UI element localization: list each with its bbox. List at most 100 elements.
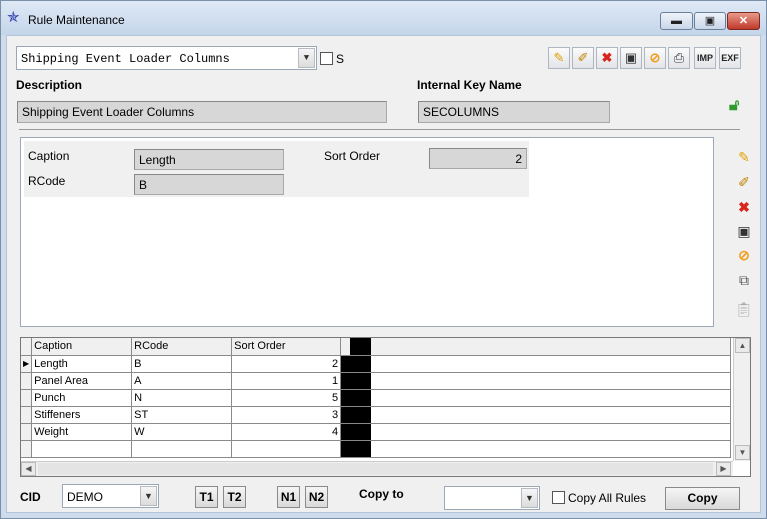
rules-grid[interactable]: Caption RCode Sort Order ▶ Length B 2 Pa… xyxy=(20,337,751,477)
cell-sort-order[interactable]: 5 xyxy=(231,389,342,407)
title-bar[interactable]: ✯ Rule Maintenance ▬ ▣ ✕ xyxy=(1,1,766,35)
export-button[interactable]: EXF xyxy=(719,47,741,69)
scroll-right-icon[interactable]: ▶ xyxy=(716,462,731,476)
copy-to-select[interactable]: ▼ xyxy=(444,486,540,510)
save-icon[interactable]: ▣ xyxy=(620,47,642,69)
table-row[interactable]: ▶ Length B 2 xyxy=(21,355,732,373)
grid-vertical-scrollbar[interactable]: ▲ ▼ xyxy=(733,338,750,461)
t2-button[interactable]: T2 xyxy=(223,486,246,508)
rule-select-value: Shipping Event Loader Columns xyxy=(21,52,230,66)
delete-row-icon[interactable]: ✖ xyxy=(733,196,755,218)
scroll-up-icon[interactable]: ▲ xyxy=(735,338,750,353)
add-row-icon[interactable]: ✎ xyxy=(733,146,755,168)
horizontal-scroll-thumb[interactable] xyxy=(38,463,713,475)
close-button[interactable]: ✕ xyxy=(727,12,760,30)
unlock-icon[interactable]: 🔓︎ xyxy=(729,97,747,115)
cell-empty[interactable] xyxy=(31,440,133,458)
grid-horizontal-scrollbar[interactable]: ◀ ▶ xyxy=(21,461,733,476)
grid-empty-cell xyxy=(370,372,732,390)
cell-rcode[interactable]: N xyxy=(131,389,233,407)
rule-select[interactable]: Shipping Event Loader Columns ▼ xyxy=(16,46,317,70)
grid-black-cell xyxy=(350,372,372,390)
grid-black-cell xyxy=(340,440,352,458)
minimize-button[interactable]: ▬ xyxy=(660,12,693,30)
scroll-down-icon[interactable]: ▼ xyxy=(735,445,750,460)
table-row[interactable]: Stiffeners ST 3 xyxy=(21,406,732,424)
edit-row-icon[interactable]: ✐ xyxy=(733,171,755,193)
cell-rcode[interactable]: ST xyxy=(131,406,233,424)
caption-field[interactable]: Length xyxy=(134,149,284,170)
copy-row-icon[interactable]: ⧉ xyxy=(733,269,755,291)
cell-caption[interactable]: Panel Area xyxy=(31,372,133,390)
grid-empty-cell xyxy=(370,423,732,441)
copy-all-rules-label: Copy All Rules xyxy=(568,491,647,505)
grid-black-cell xyxy=(340,423,352,441)
table-row[interactable]: Punch N 5 xyxy=(21,389,732,407)
cell-rcode[interactable]: W xyxy=(131,423,233,441)
paste-row-icon[interactable]: 📋︎ xyxy=(733,298,755,320)
caption-label: Caption xyxy=(28,149,70,163)
grid-black-cell xyxy=(340,406,352,424)
star-app-icon: ✯ xyxy=(7,9,20,26)
save-row-icon[interactable]: ▣ xyxy=(733,220,755,242)
chevron-down-icon[interactable]: ▼ xyxy=(521,488,538,508)
grid-black-cell xyxy=(350,423,372,441)
chevron-down-icon[interactable]: ▼ xyxy=(298,48,315,68)
cid-select-value: DEMO xyxy=(67,490,103,504)
cell-sort-order[interactable]: 1 xyxy=(231,372,342,390)
import-button[interactable]: IMP xyxy=(694,47,716,69)
chevron-down-icon[interactable]: ▼ xyxy=(140,486,157,506)
description-field[interactable]: Shipping Event Loader Columns xyxy=(17,101,387,123)
edit-icon[interactable]: ✐ xyxy=(572,47,594,69)
cell-sort-order[interactable]: 4 xyxy=(231,423,342,441)
row-pointer-icon: ▶ xyxy=(21,355,33,373)
cell-rcode[interactable]: B xyxy=(131,355,233,373)
cancel-row-icon[interactable]: ⊘ xyxy=(733,244,755,266)
grid-table: Caption RCode Sort Order ▶ Length B 2 Pa… xyxy=(21,338,732,458)
cell-sort-order[interactable]: 3 xyxy=(231,406,342,424)
internal-key-field[interactable]: SECOLUMNS xyxy=(418,101,610,123)
copy-button[interactable]: Copy xyxy=(665,487,740,510)
grid-black-cell xyxy=(340,372,352,390)
grid-empty-cell xyxy=(370,389,732,407)
cell-empty[interactable] xyxy=(131,440,233,458)
sort-order-label: Sort Order xyxy=(324,149,381,163)
grid-black-column-2 xyxy=(350,338,372,356)
rcode-field[interactable]: B xyxy=(134,174,284,195)
grid-empty-header xyxy=(370,338,732,356)
cancel-icon[interactable]: ⊘ xyxy=(644,47,666,69)
grid-black-cell xyxy=(350,355,372,373)
new-icon[interactable]: ✎ xyxy=(548,47,570,69)
table-row[interactable]: Weight W 4 xyxy=(21,423,732,441)
row-header xyxy=(21,372,33,390)
grid-black-cell xyxy=(350,440,372,458)
sort-order-field[interactable]: 2 xyxy=(429,148,527,169)
grid-black-cell xyxy=(340,355,352,373)
print-icon[interactable]: ⎙ xyxy=(668,47,690,69)
cell-rcode[interactable]: A xyxy=(131,372,233,390)
table-row[interactable]: Panel Area A 1 xyxy=(21,372,732,390)
t1-button[interactable]: T1 xyxy=(195,486,218,508)
col-header-rcode[interactable]: RCode xyxy=(131,338,233,356)
cell-sort-order[interactable]: 2 xyxy=(231,355,342,373)
grid-black-cell xyxy=(340,389,352,407)
cell-caption[interactable]: Length xyxy=(31,355,133,373)
maximize-button[interactable]: ▣ xyxy=(694,12,726,30)
copy-all-rules-checkbox[interactable] xyxy=(552,491,565,504)
n1-button[interactable]: N1 xyxy=(277,486,300,508)
scroll-left-icon[interactable]: ◀ xyxy=(21,462,36,476)
table-row-empty[interactable] xyxy=(21,440,732,458)
cell-caption[interactable]: Punch xyxy=(31,389,133,407)
s-checkbox-label: S xyxy=(336,52,345,66)
cell-empty[interactable] xyxy=(231,440,342,458)
col-header-caption[interactable]: Caption xyxy=(31,338,133,356)
cid-select[interactable]: DEMO ▼ xyxy=(62,484,159,508)
n2-button[interactable]: N2 xyxy=(305,486,328,508)
cell-caption[interactable]: Stiffeners xyxy=(31,406,133,424)
grid-empty-cell xyxy=(370,406,732,424)
s-checkbox[interactable] xyxy=(320,52,333,65)
cell-caption[interactable]: Weight xyxy=(31,423,133,441)
window-title: Rule Maintenance xyxy=(28,13,125,27)
col-header-sort-order[interactable]: Sort Order xyxy=(231,338,342,356)
delete-icon[interactable]: ✖ xyxy=(596,47,618,69)
